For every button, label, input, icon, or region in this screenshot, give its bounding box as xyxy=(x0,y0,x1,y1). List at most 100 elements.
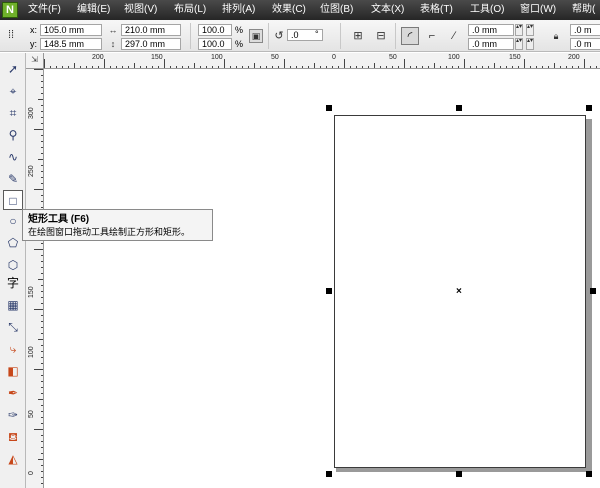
spin-down-icon[interactable]: ▴▾ xyxy=(526,38,534,50)
ruler-tick-label: 150 xyxy=(509,54,521,61)
connector-icon[interactable]: ⤷ xyxy=(3,339,23,359)
selection-handle-top-right[interactable] xyxy=(586,105,592,111)
separator xyxy=(268,23,269,49)
menu-help[interactable]: 帮助( xyxy=(572,0,595,20)
selection-handle-right[interactable] xyxy=(590,288,596,294)
ruler-tick-label: 100 xyxy=(448,54,460,61)
spin-down-icon[interactable]: ▴▾ xyxy=(526,24,534,36)
selection-handle-top-left[interactable] xyxy=(326,105,332,111)
selection-handle-bottom-left[interactable] xyxy=(326,471,332,477)
fill-bucket-icon[interactable]: ⛾ xyxy=(3,427,23,447)
ruler-ticks xyxy=(34,69,43,484)
menu-arrange[interactable]: 排列(A) xyxy=(222,0,255,20)
ruler-tick-label: 200 xyxy=(92,54,104,61)
corner-radius-top-right[interactable]: .0 m xyxy=(570,24,600,36)
ruler-tick-label: 150 xyxy=(28,286,35,298)
ellipse-icon[interactable]: ○ xyxy=(3,211,23,231)
menu-tools[interactable]: 工具(O) xyxy=(470,0,504,20)
outline-pen-icon[interactable]: ✑ xyxy=(3,405,23,425)
interactive-fill-icon[interactable]: ◭ xyxy=(3,449,23,469)
selection-handle-top[interactable] xyxy=(456,105,462,111)
ruler-tick-label: 250 xyxy=(28,165,35,177)
x-position-field[interactable]: 105.0 mm xyxy=(40,24,102,36)
object-origin-icon[interactable]: ⁞⁞ xyxy=(4,28,18,42)
selection-handle-bottom-right[interactable] xyxy=(586,471,592,477)
degree-label: ° xyxy=(315,29,319,39)
polygon-icon[interactable]: ⬠ xyxy=(3,233,23,253)
selection-handle-left[interactable] xyxy=(326,288,332,294)
corner-radius-bottom-left[interactable]: .0 mm xyxy=(468,38,514,50)
rectangle-icon[interactable]: □ xyxy=(3,190,23,210)
menu-bitmaps[interactable]: 位图(B) xyxy=(320,0,353,20)
mirror-vertical-icon[interactable]: ⊟ xyxy=(373,29,389,43)
ruler-tick-label: 100 xyxy=(211,54,223,61)
menu-file[interactable]: 文件(F) xyxy=(28,0,61,20)
scallop-corner-icon[interactable]: ⌐ xyxy=(424,29,440,43)
y-label: y: xyxy=(30,39,38,49)
blend-icon[interactable]: ◧ xyxy=(3,361,23,381)
tooltip-title: 矩形工具 (F6) xyxy=(28,214,90,225)
zoom-icon[interactable]: ⚲ xyxy=(3,125,23,145)
tooltip: 矩形工具 (F6) 在绘图窗口拖动工具绘制正方形和矩形。 xyxy=(22,209,213,241)
ruler-tick-label: 0 xyxy=(332,54,336,61)
ruler-tick-label: 200 xyxy=(568,54,580,61)
mirror-horizontal-icon[interactable]: ⊞ xyxy=(350,29,366,43)
separator xyxy=(190,23,191,49)
dimension-icon[interactable]: ⤡ xyxy=(3,317,23,337)
separator xyxy=(395,23,396,49)
eyedropper-icon[interactable]: ✒ xyxy=(3,383,23,403)
separator xyxy=(340,23,341,49)
pick-arrow-icon[interactable]: ➚ xyxy=(3,59,23,79)
vertical-ruler[interactable]: 300 250 200 150 100 50 0 xyxy=(26,69,44,488)
ruler-tick-label: 50 xyxy=(389,54,397,61)
selection-handle-bottom[interactable] xyxy=(456,471,462,477)
spin-up-icon[interactable]: ▴▾ xyxy=(515,24,523,36)
corner-radius-bottom-right[interactable]: .0 m xyxy=(570,38,600,50)
menu-edit[interactable]: 编辑(E) xyxy=(77,0,110,20)
ruler-tick-label: 300 xyxy=(28,107,35,119)
width-icon: ↔ xyxy=(108,25,118,35)
rotation-center-icon[interactable]: × xyxy=(456,287,462,297)
text-icon[interactable]: 字 xyxy=(3,273,23,293)
app-logo-icon[interactable]: N xyxy=(2,2,18,18)
chamfer-corner-icon[interactable]: ∕ xyxy=(446,29,462,43)
width-field[interactable]: 210.0 mm xyxy=(121,24,181,36)
y-position-field[interactable]: 148.5 mm xyxy=(40,38,102,50)
basic-shapes-icon[interactable]: ⬡ xyxy=(3,255,23,275)
x-label: x: xyxy=(30,25,38,35)
table-icon[interactable]: ▦ xyxy=(3,295,23,315)
ruler-tick-label: 0 xyxy=(28,471,35,475)
menu-table[interactable]: 表格(T) xyxy=(420,0,453,20)
horizontal-ruler[interactable]: 200 150 100 50 0 50 100 150 200 xyxy=(44,53,600,69)
drawing-canvas[interactable]: × xyxy=(45,70,600,488)
percent-label: % xyxy=(235,39,244,49)
menu-text[interactable]: 文本(X) xyxy=(371,0,404,20)
tooltip-description: 在绘图窗口拖动工具绘制正方形和矩形。 xyxy=(28,227,191,237)
toolbox: ➚ ⌖ ⌗ ⚲ ∿ ✎ □ ○ ⬠ ⬡ 字 ▦ ⤡ ⤷ ◧ ✒ ✑ ⛾ ◭ xyxy=(0,53,26,488)
ruler-origin[interactable]: ⇲ xyxy=(26,53,44,69)
crop-icon[interactable]: ⌗ xyxy=(3,103,23,123)
shape-node-icon[interactable]: ⌖ xyxy=(3,81,23,101)
lock-ratio-icon[interactable]: ▣ xyxy=(249,29,263,43)
property-bar: ⁞⁞ x: 105.0 mm y: 148.5 mm ↔ 210.0 mm ↕ … xyxy=(0,20,600,52)
height-icon: ↕ xyxy=(110,39,116,49)
menu-window[interactable]: 窗口(W) xyxy=(520,0,556,20)
ruler-tick-label: 50 xyxy=(271,54,279,61)
spin-up-icon[interactable]: ▴▾ xyxy=(515,38,523,50)
corner-radius-top-left[interactable]: .0 mm xyxy=(468,24,514,36)
height-field[interactable]: 297.0 mm xyxy=(121,38,181,50)
menu-bar: N 文件(F) 编辑(E) 视图(V) 布局(L) 排列(A) 效果(C) 位图… xyxy=(0,0,600,20)
round-corner-button[interactable]: ◜ xyxy=(401,27,419,45)
menu-effects[interactable]: 效果(C) xyxy=(272,0,306,20)
ruler-tick-label: 100 xyxy=(28,346,35,358)
ruler-tick-label: 50 xyxy=(28,410,35,418)
scale-y-field[interactable]: 100.0 xyxy=(198,38,232,50)
rotate-icon: ↺ xyxy=(274,30,284,42)
menu-view[interactable]: 视图(V) xyxy=(124,0,157,20)
smart-fill-icon[interactable]: ✎ xyxy=(3,169,23,189)
menu-layout[interactable]: 布局(L) xyxy=(174,0,206,20)
freehand-icon[interactable]: ∿ xyxy=(3,147,23,167)
ruler-tick-label: 150 xyxy=(151,54,163,61)
lock-corners-icon[interactable]: 🔒︎ xyxy=(551,29,561,43)
scale-x-field[interactable]: 100.0 xyxy=(198,24,232,36)
